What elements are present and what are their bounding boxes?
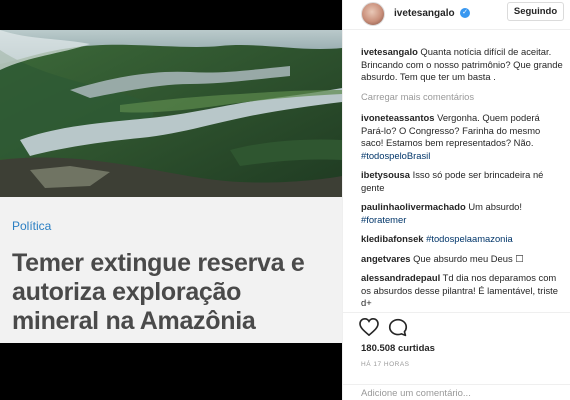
list-item: ivoneteassantos Vergonha. Quem poderá Pa… [361, 112, 565, 162]
article-card[interactable]: Política Temer extingue reserva e autori… [0, 197, 342, 343]
comment-hashtag[interactable]: #foratemer [361, 214, 406, 225]
comment-username[interactable]: ivoneteassantos [361, 112, 434, 123]
post-sidebar: ivetesangalo ✓ Seguindo ivetesangalo Qua… [342, 0, 570, 400]
comment-username[interactable]: paulinhaolivermachado [361, 201, 466, 212]
comment-text: Um absurdo! [468, 201, 522, 212]
comment-username[interactable]: angetvares [361, 253, 411, 264]
article-category[interactable]: Política [12, 219, 51, 233]
list-item: alessandradepaul Td dia nos deparamos co… [361, 272, 565, 310]
comment-hashtag[interactable]: #todospeloBrasil [361, 150, 430, 161]
following-button[interactable]: Seguindo [507, 2, 564, 21]
comment-username[interactable]: kledibafonsek [361, 233, 424, 244]
list-item: kledibafonsek #todospelaamazonia [361, 233, 565, 246]
load-more-comments-link[interactable]: Carregar mais comentários [361, 91, 565, 104]
header-username[interactable]: ivetesangalo [394, 8, 455, 19]
comment-username[interactable]: alessandradepaul [361, 272, 440, 283]
list-item: paulinhaolivermachado Um absurdo! #forat… [361, 201, 565, 226]
amazon-aerial-photo [0, 30, 342, 197]
avatar[interactable] [361, 2, 385, 26]
comment-username[interactable]: ivetesangalo [361, 46, 418, 57]
comments-scroll-area[interactable]: ivetesangalo Quanta notícia difícil de a… [343, 44, 570, 312]
comment-username[interactable]: ibetysousa [361, 169, 410, 180]
verified-badge-icon: ✓ [460, 8, 470, 18]
post-timestamp[interactable]: HÁ 17 HORAS [361, 361, 410, 368]
likes-count[interactable]: 180.508 curtidas [361, 343, 435, 354]
heart-icon[interactable] [359, 317, 379, 341]
speech-bubble-icon[interactable] [388, 318, 408, 342]
post-media: Política Temer extingue reserva e autori… [0, 0, 342, 400]
add-comment-input[interactable]: Adicione um comentário... [343, 384, 570, 400]
comment-text: Que absurdo meu Deus ☐ [413, 252, 524, 264]
post-actions: 180.508 curtidas HÁ 17 HORAS Adicione um… [343, 312, 570, 400]
caption: ivetesangalo Quanta notícia difícil de a… [361, 46, 565, 84]
amazon-river-image [0, 30, 342, 197]
list-item: ibetysousa Isso só pode ser brincadeira … [361, 169, 565, 194]
article-headline[interactable]: Temer extingue reserva e autoriza explor… [12, 249, 334, 336]
comment-hashtag[interactable]: #todospelaamazonia [426, 233, 513, 244]
comments-list: ivetesangalo Quanta notícia difícil de a… [361, 46, 565, 312]
list-item: angetvares Que absurdo meu Deus ☐ [361, 253, 565, 266]
post-header: ivetesangalo ✓ Seguindo [343, 0, 570, 30]
